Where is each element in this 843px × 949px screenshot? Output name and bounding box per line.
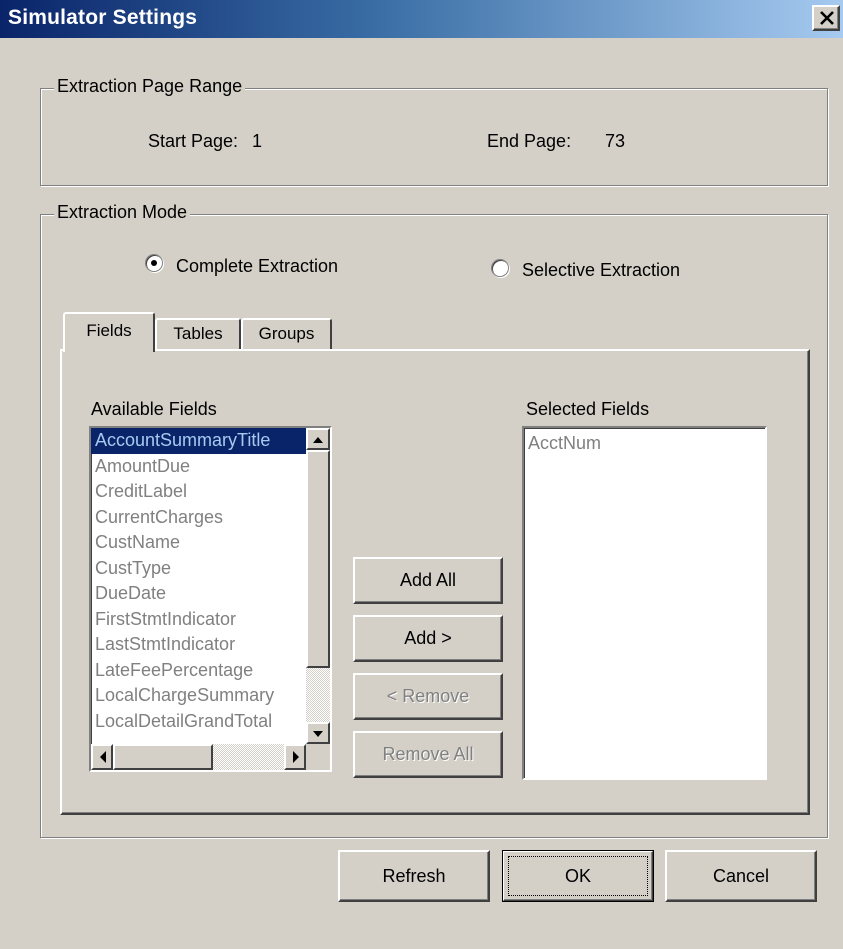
remove-button[interactable]: < Remove bbox=[353, 673, 503, 720]
title-bar[interactable]: Simulator Settings bbox=[0, 0, 843, 38]
list-item[interactable]: CustName bbox=[91, 530, 306, 556]
start-page-label: Start Page: bbox=[148, 131, 239, 151]
radio-circle-complete[interactable] bbox=[145, 254, 163, 272]
radio-circle-selective[interactable] bbox=[491, 259, 509, 277]
scroll-up-icon bbox=[313, 437, 323, 443]
scroll-down-icon bbox=[313, 731, 323, 737]
tab-tables-label: Tables bbox=[173, 324, 223, 343]
scroll-down-button[interactable] bbox=[306, 722, 330, 744]
start-page-value: 1 bbox=[252, 131, 263, 151]
list-item[interactable]: LastStmtIndicator bbox=[91, 632, 306, 658]
tab-tables[interactable]: Tables bbox=[155, 318, 241, 349]
list-item[interactable]: AmountDue bbox=[91, 454, 306, 480]
tab-fields[interactable]: Fields bbox=[63, 312, 155, 352]
tab-groups[interactable]: Groups bbox=[241, 318, 332, 349]
radio-dot bbox=[151, 260, 157, 266]
selected-fields-list[interactable]: AcctNum bbox=[524, 431, 765, 457]
complete-extraction-label[interactable]: Complete Extraction bbox=[176, 256, 338, 277]
available-fields-list[interactable]: AccountSummaryTitle AmountDue CreditLabel C… bbox=[91, 428, 306, 734]
list-item[interactable]: DueDate bbox=[91, 581, 306, 607]
extraction-mode-legend: Extraction Mode bbox=[54, 202, 191, 223]
list-item[interactable]: FirstStmtIndicator bbox=[91, 607, 306, 633]
scroll-left-button[interactable] bbox=[91, 744, 113, 770]
scroll-right-button[interactable] bbox=[284, 744, 306, 770]
list-item[interactable]: AccountSummaryTitle bbox=[91, 428, 306, 454]
selected-fields-listbox[interactable]: AcctNum bbox=[522, 426, 767, 780]
selective-extraction-label[interactable]: Selective Extraction bbox=[522, 260, 680, 281]
add-all-button[interactable]: Add All bbox=[353, 557, 503, 604]
tab-fields-label: Fields bbox=[86, 321, 132, 340]
available-fields-label: Available Fields bbox=[91, 399, 217, 419]
vertical-scroll-thumb[interactable] bbox=[306, 450, 330, 668]
refresh-button[interactable]: Refresh bbox=[338, 850, 490, 902]
list-item[interactable]: LocalChargeSummary bbox=[91, 683, 306, 709]
scroll-right-icon bbox=[293, 751, 299, 763]
scroll-left-icon bbox=[100, 751, 106, 763]
list-item[interactable]: CreditLabel bbox=[91, 479, 306, 505]
list-item[interactable]: CurrentCharges bbox=[91, 505, 306, 531]
remove-all-button[interactable]: Remove All bbox=[353, 731, 503, 778]
selected-fields-label: Selected Fields bbox=[526, 399, 650, 419]
available-fields-listbox[interactable]: AccountSummaryTitle AmountDue CreditLabel C… bbox=[89, 426, 332, 772]
scroll-up-button[interactable] bbox=[306, 428, 330, 450]
add-button[interactable]: Add > bbox=[353, 615, 503, 662]
cancel-button[interactable]: Cancel bbox=[665, 850, 817, 902]
list-item[interactable]: AcctNum bbox=[524, 431, 765, 457]
window-title: Simulator Settings bbox=[8, 6, 198, 29]
ok-button[interactable]: OK bbox=[502, 850, 654, 902]
horizontal-scroll-thumb[interactable] bbox=[113, 744, 213, 770]
tab-groups-label: Groups bbox=[258, 324, 315, 343]
page-range-legend: Extraction Page Range bbox=[54, 76, 246, 97]
scrollbar-corner bbox=[306, 744, 330, 770]
list-item[interactable]: CustType bbox=[91, 556, 306, 582]
end-page-label: End Page: bbox=[487, 131, 572, 151]
list-item[interactable]: LateFeePercentage bbox=[91, 658, 306, 684]
close-icon bbox=[820, 11, 834, 25]
ok-focus-rect bbox=[508, 856, 648, 896]
close-button[interactable] bbox=[812, 5, 840, 31]
end-page-value: 73 bbox=[605, 131, 626, 151]
list-item[interactable]: LocalDetailGrandTotal bbox=[91, 709, 306, 735]
